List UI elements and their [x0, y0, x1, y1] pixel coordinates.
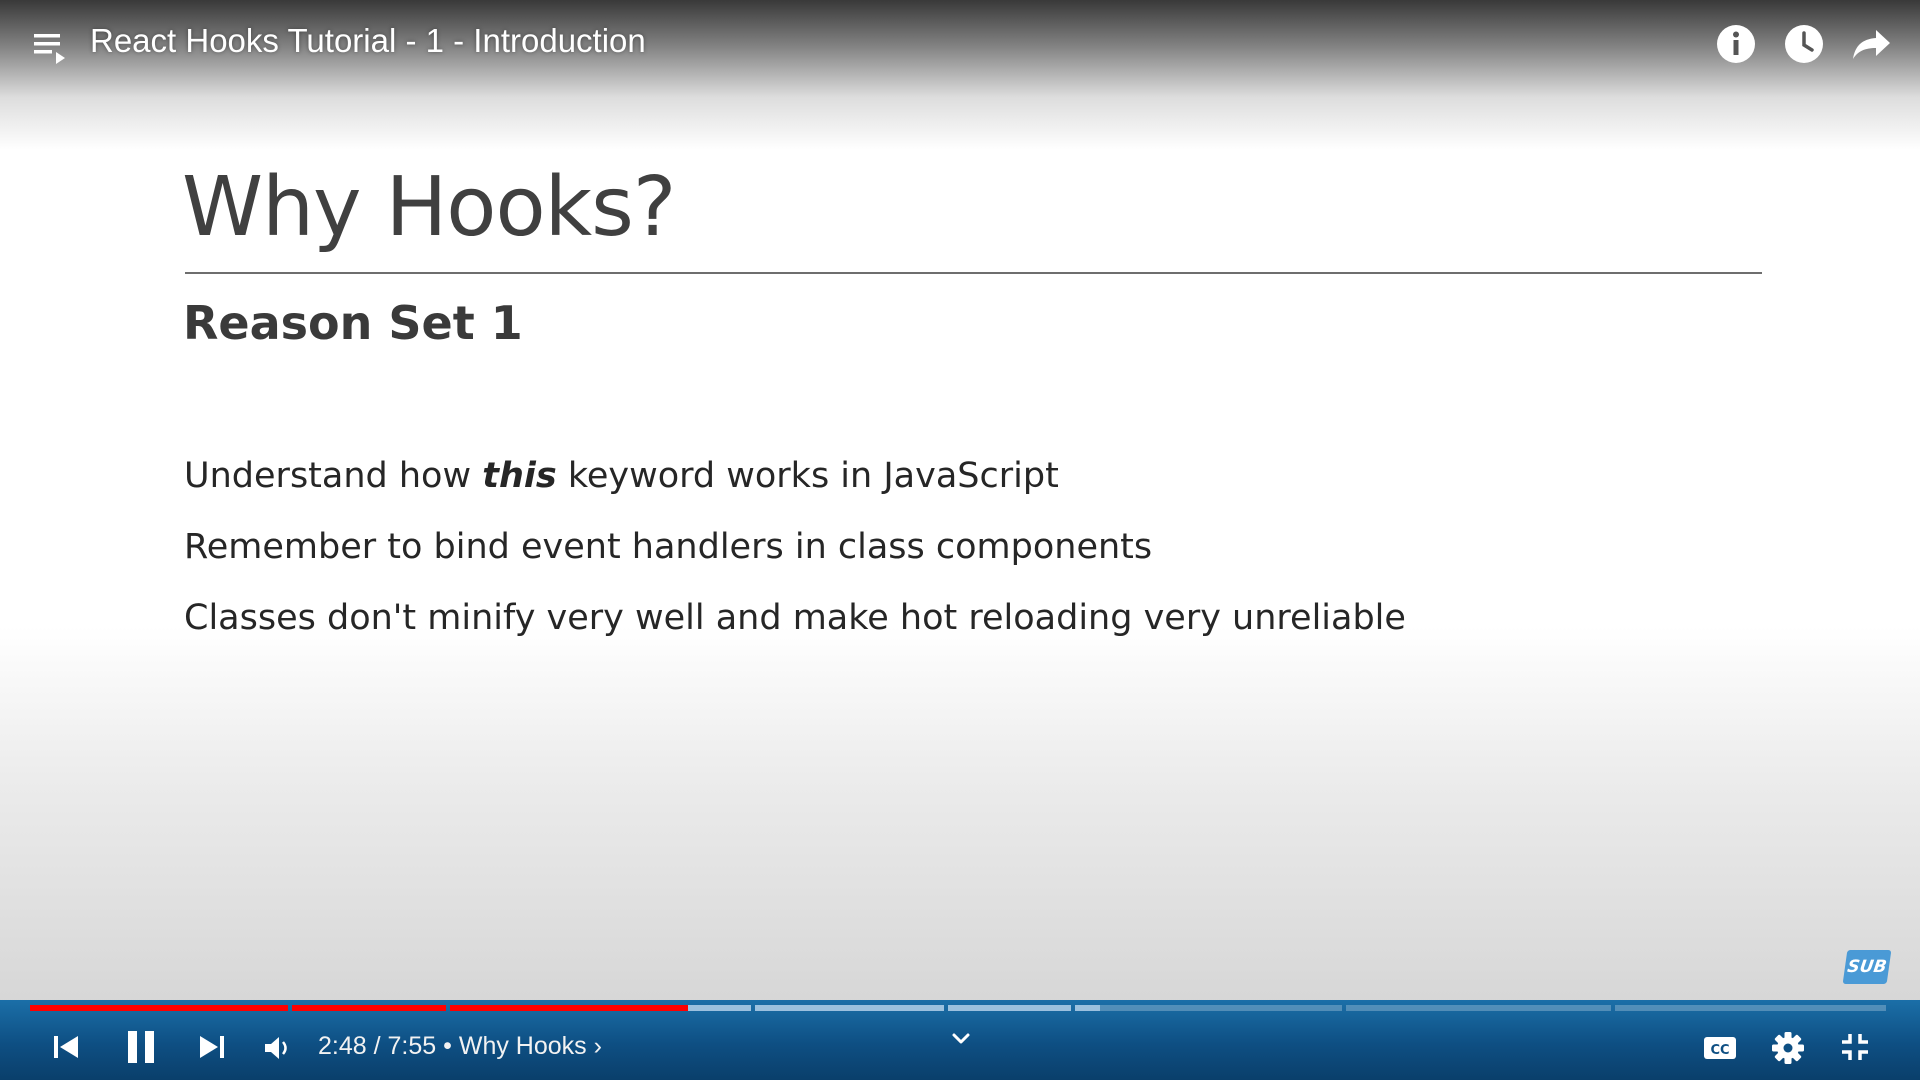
- chevron-right-icon[interactable]: ›: [594, 1032, 602, 1060]
- progress-played: [292, 1005, 446, 1011]
- progress-buffered: [1075, 1005, 1100, 1011]
- bullet-keyword: this: [482, 456, 557, 496]
- progress-chapter-segment[interactable]: [1346, 1005, 1611, 1011]
- progress-chapter-segment[interactable]: [1075, 1005, 1342, 1011]
- chapter-label[interactable]: Why Hooks: [459, 1032, 587, 1060]
- chevron-down-icon[interactable]: [948, 1030, 974, 1048]
- info-icon[interactable]: [1714, 22, 1758, 66]
- slide-bullet: Remember to bind event handlers in class…: [184, 527, 1153, 567]
- bullet-text: keyword works in JavaScript: [556, 456, 1059, 496]
- captions-icon[interactable]: CC: [1702, 1033, 1738, 1063]
- video-player[interactable]: Why Hooks? Reason Set 1 Understand how t…: [0, 0, 1920, 1080]
- progress-buffered: [948, 1005, 1071, 1011]
- progress-bar[interactable]: [30, 1005, 1890, 1011]
- progress-chapter-segment[interactable]: [450, 1005, 751, 1011]
- time-display: 2:48 / 7:55 • Why Hooks ›: [318, 1032, 602, 1061]
- share-icon[interactable]: [1850, 22, 1894, 66]
- progress-chapter-segment[interactable]: [755, 1005, 944, 1011]
- svg-text:CC: CC: [1710, 1043, 1729, 1058]
- progress-chapter-segment[interactable]: [948, 1005, 1071, 1011]
- chapter-title[interactable]: Why Hooks ›: [459, 1032, 602, 1060]
- next-icon[interactable]: [196, 1031, 228, 1063]
- subscribe-badge[interactable]: SUB: [1842, 950, 1892, 984]
- slide-bullet-list: Understand how this keyword works in Jav…: [184, 450, 1406, 663]
- bullet-text: Understand how: [184, 456, 483, 496]
- pause-icon[interactable]: [124, 1028, 158, 1066]
- gear-icon[interactable]: [1770, 1030, 1806, 1066]
- progress-played: [450, 1005, 689, 1011]
- progress-chapter-segment[interactable]: [1615, 1005, 1886, 1011]
- volume-icon[interactable]: [262, 1033, 292, 1063]
- slide-bullet: Understand how this keyword works in Jav…: [184, 450, 1406, 521]
- playlist-icon[interactable]: [32, 30, 72, 66]
- chapter-separator: •: [436, 1032, 459, 1060]
- current-time: 2:48: [318, 1032, 367, 1060]
- progress-played: [30, 1005, 288, 1011]
- slide: Why Hooks? Reason Set 1 Understand how t…: [0, 0, 1920, 1000]
- video-title[interactable]: React Hooks Tutorial - 1 - Introduction: [90, 22, 646, 60]
- slide-divider: [185, 272, 1762, 274]
- duration: 7:55: [387, 1032, 437, 1060]
- watch-later-icon[interactable]: [1782, 22, 1826, 66]
- progress-chapter-segment[interactable]: [292, 1005, 446, 1011]
- slide-subtitle: Reason Set 1: [183, 296, 523, 350]
- previous-icon[interactable]: [50, 1031, 82, 1063]
- slide-title: Why Hooks?: [182, 160, 676, 255]
- time-separator: /: [366, 1032, 388, 1060]
- progress-chapter-segment[interactable]: [30, 1005, 288, 1011]
- slide-bullet: Classes don't minify very well and make …: [184, 598, 1406, 638]
- exit-fullscreen-icon[interactable]: [1838, 1030, 1872, 1064]
- progress-buffered: [755, 1005, 944, 1011]
